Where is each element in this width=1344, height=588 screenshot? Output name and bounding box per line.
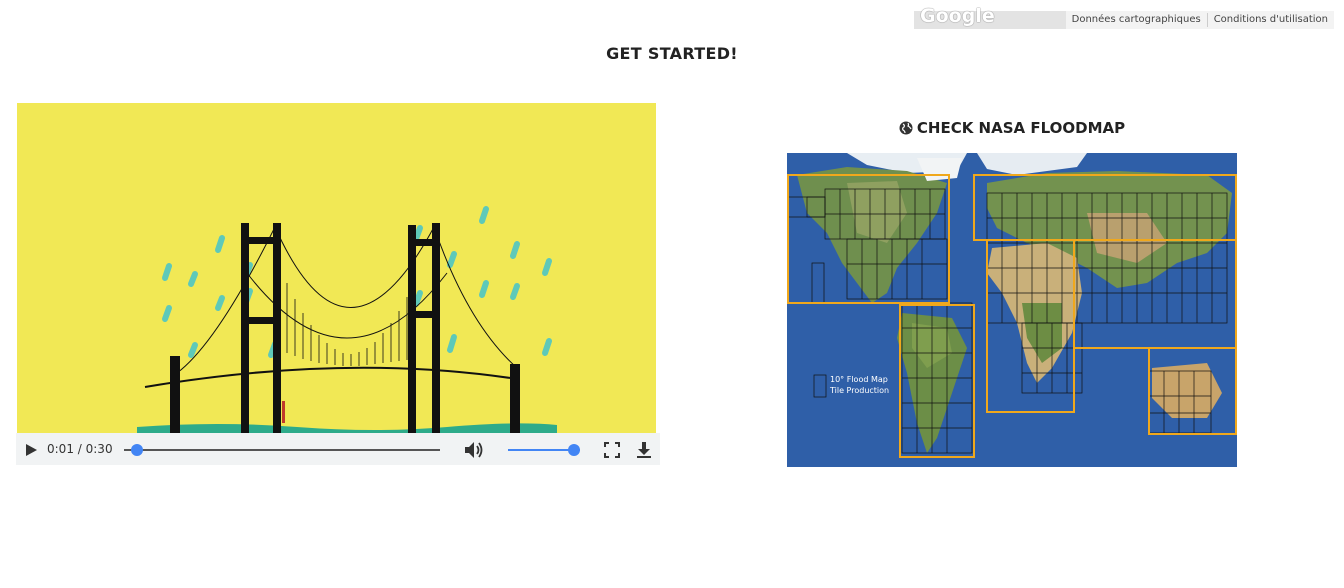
- map-attribution-links: Données cartographiques Conditions d'uti…: [1065, 11, 1334, 29]
- video-container: [16, 102, 660, 466]
- progress-bar[interactable]: [124, 449, 440, 451]
- globe-icon: [899, 121, 913, 135]
- fullscreen-icon[interactable]: [604, 442, 620, 458]
- map-attribution-bar: Google Données cartographiques Condition…: [914, 5, 1334, 29]
- duration: 0:30: [85, 442, 113, 456]
- page-title: GET STARTED!: [606, 44, 738, 63]
- bridge-animation-image: [17, 103, 656, 435]
- terms-of-use-link[interactable]: Conditions d'utilisation: [1206, 13, 1334, 27]
- google-logo: Google: [920, 5, 995, 27]
- nasa-floodmap-link[interactable]: CHECK NASA FLOODMAP: [787, 119, 1237, 137]
- video-time-display: 0:01 / 0:30: [47, 442, 113, 456]
- nasa-floodmap-title: CHECK NASA FLOODMAP: [916, 119, 1126, 137]
- volume-thumb[interactable]: [568, 444, 580, 456]
- volume-icon[interactable]: [464, 441, 484, 459]
- current-time: 0:01: [47, 442, 74, 456]
- video-frame[interactable]: [17, 103, 656, 435]
- map-label-line2: Tile Production: [829, 386, 889, 395]
- map-data-link[interactable]: Données cartographiques: [1066, 13, 1207, 27]
- progress-thumb[interactable]: [130, 444, 143, 456]
- play-icon[interactable]: [24, 443, 38, 457]
- time-separator: /: [73, 442, 86, 456]
- download-icon[interactable]: [636, 441, 652, 459]
- map-label-line1: 10° Flood Map: [830, 375, 888, 384]
- nasa-floodmap-image[interactable]: 10° Flood Map Tile Production: [787, 153, 1237, 467]
